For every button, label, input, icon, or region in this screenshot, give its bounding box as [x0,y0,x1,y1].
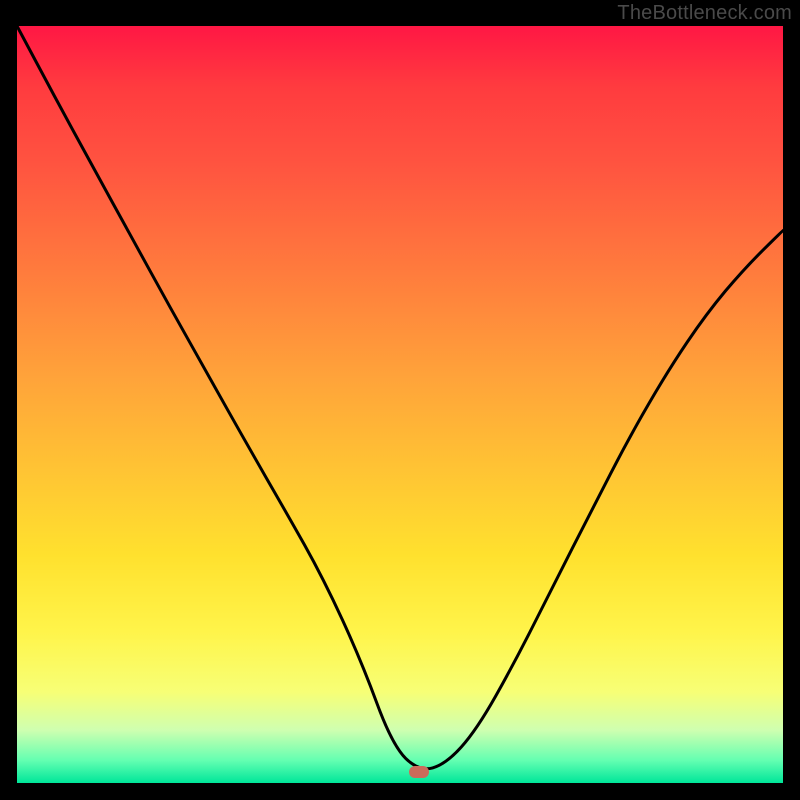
watermark-text: TheBottleneck.com [617,2,792,25]
chart-frame: TheBottleneck.com [0,0,800,800]
curve-path [17,26,783,769]
minimum-marker [409,766,429,778]
bottleneck-curve [17,26,783,783]
